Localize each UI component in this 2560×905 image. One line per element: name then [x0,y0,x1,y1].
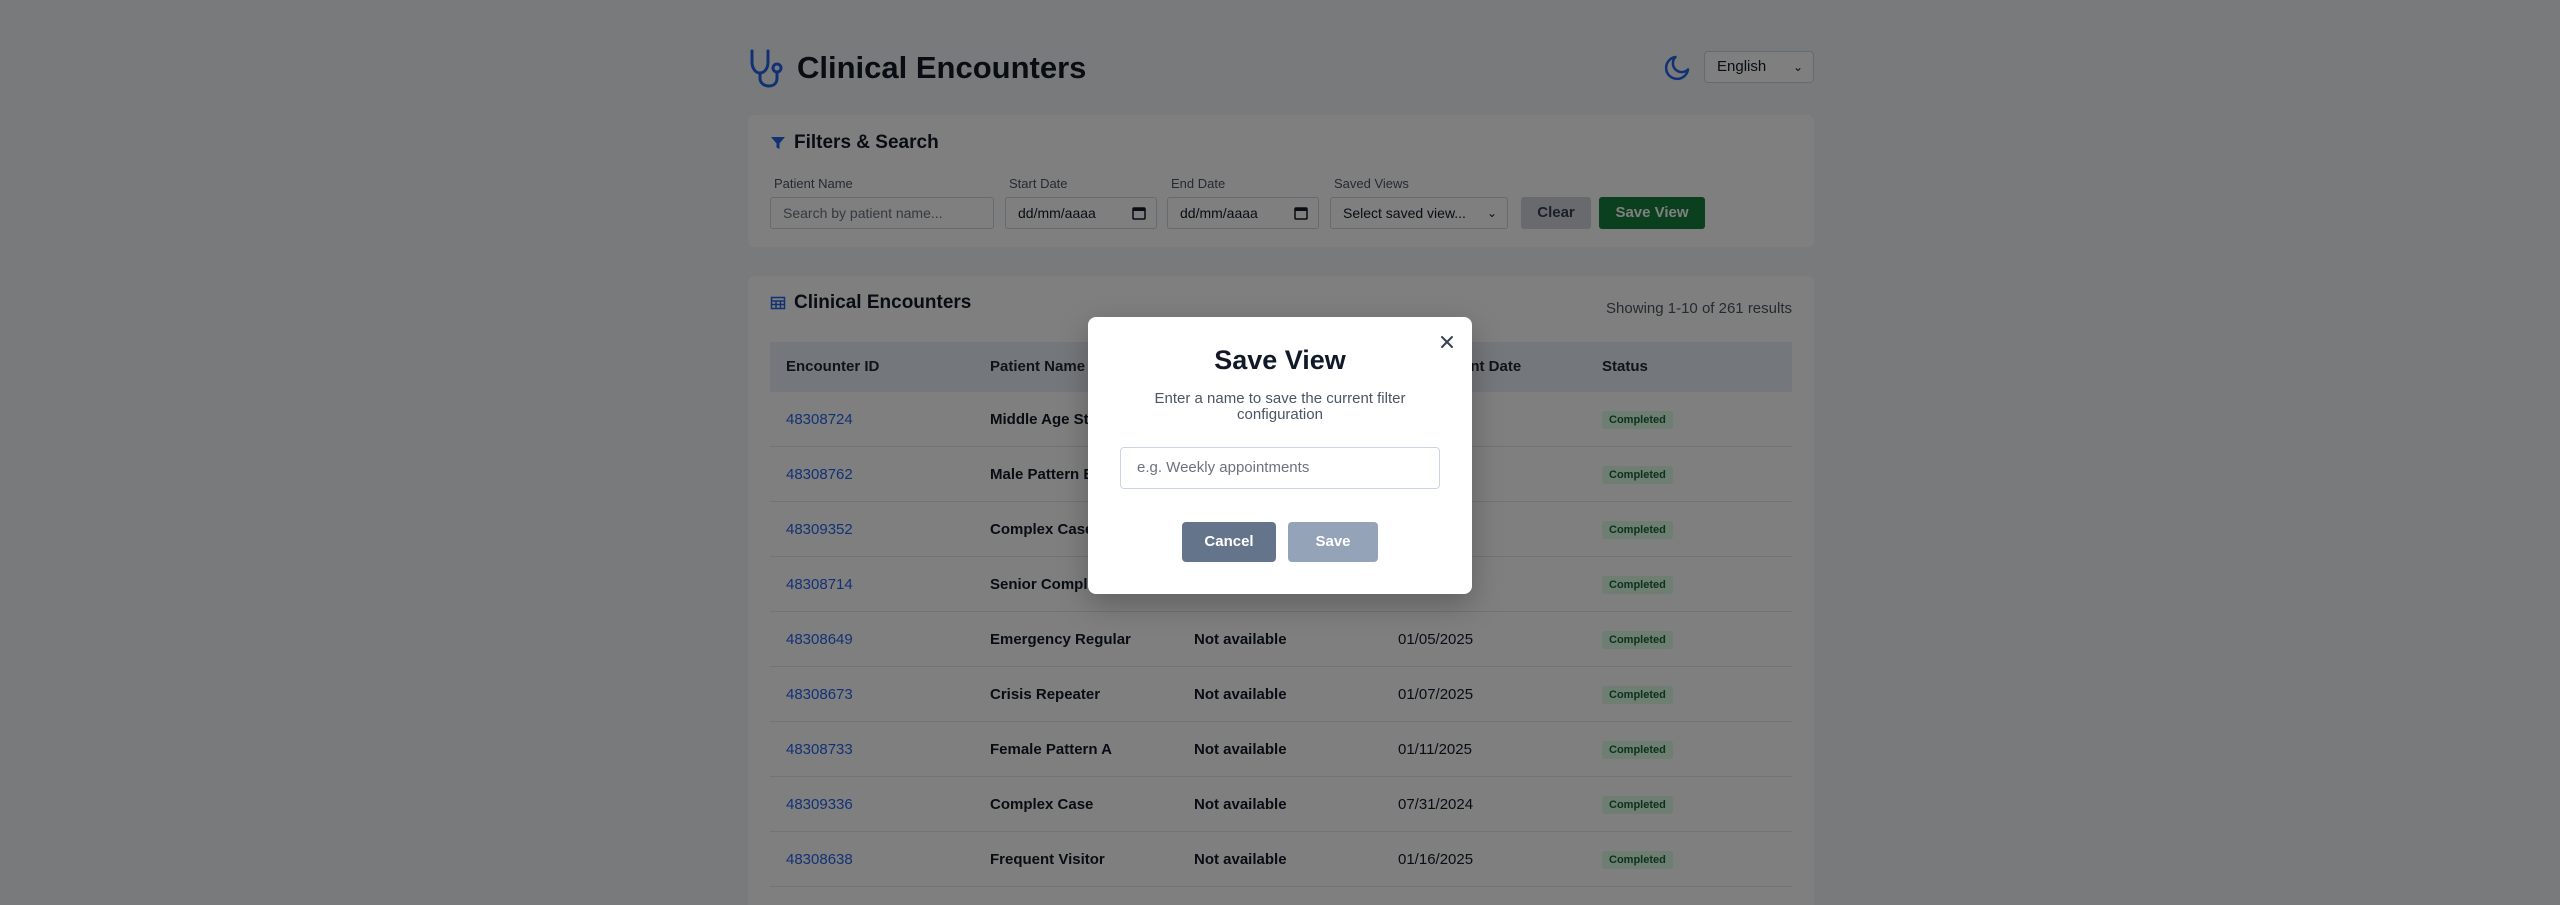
save-view-modal: Save View Enter a name to save the curre… [1088,317,1472,594]
cancel-button[interactable]: Cancel [1182,522,1276,562]
modal-title: Save View [1214,345,1346,375]
modal-description: Enter a name to save the current filter … [1154,390,1406,423]
view-name-input[interactable]: e.g. Weekly appointments [1120,447,1440,489]
save-button[interactable]: Save [1288,522,1378,562]
